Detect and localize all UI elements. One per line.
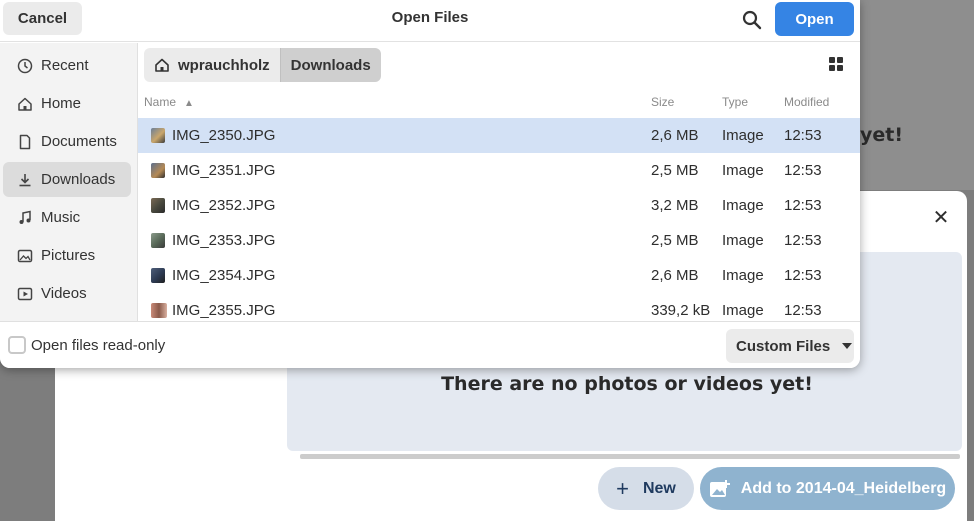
sidebar-item-label: Downloads [41, 171, 116, 188]
add-to-album-label: Add to 2014-04_Heidelberg [740, 479, 947, 497]
image-thumbnail-icon [151, 128, 165, 143]
search-icon[interactable] [741, 9, 763, 31]
sidebar-item-label: Documents [41, 133, 117, 150]
image-thumbnail-icon [151, 303, 167, 318]
sidebar-item-label: Pictures [41, 247, 96, 264]
file-row[interactable]: IMG_2351.JPG 2,5 MB Image 12:53 [138, 153, 860, 188]
file-type: Image [722, 302, 764, 319]
document-icon [19, 134, 31, 149]
file-modified: 12:53 [784, 197, 822, 214]
read-only-label[interactable]: Open files read-only [31, 337, 165, 354]
file-type: Image [722, 197, 764, 214]
sidebar-item-documents[interactable]: Documents [3, 124, 131, 159]
sidebar-item-label: Videos [41, 285, 87, 302]
file-modified: 12:53 [784, 232, 822, 249]
new-button-label: New [642, 479, 676, 497]
file-modified: 12:53 [784, 302, 822, 319]
file-name: IMG_2353.JPG [172, 232, 276, 249]
image-thumbnail-icon [151, 198, 165, 213]
file-name: IMG_2354.JPG [172, 267, 276, 284]
plus-icon: + [616, 475, 629, 501]
open-button[interactable]: Open [775, 2, 854, 36]
close-icon[interactable]: ✕ [930, 206, 952, 228]
path-crumb-current[interactable]: Downloads [279, 48, 381, 82]
sidebar-item-videos[interactable]: Videos [3, 276, 131, 311]
image-thumbnail-icon [151, 268, 165, 283]
file-modified: 12:53 [784, 162, 822, 179]
file-filter-label: Custom Files [736, 337, 831, 355]
chevron-down-icon [842, 343, 853, 349]
file-chooser-dialog: Cancel Open Files Open Recent Home Docum… [0, 0, 860, 368]
column-header-type[interactable]: Type [722, 95, 748, 109]
sidebar-item-label: Music [41, 209, 81, 226]
image-thumbnail-icon [151, 233, 165, 248]
image-thumbnail-icon [151, 163, 165, 178]
horizontal-scrollbar[interactable] [300, 454, 960, 459]
background-heading: yet! [860, 124, 904, 146]
file-row[interactable]: IMG_2354.JPG 2,6 MB Image 12:53 [138, 258, 860, 293]
sidebar-item-label: Home [41, 95, 82, 112]
new-button[interactable]: + New [598, 467, 694, 510]
file-name: IMG_2350.JPG [172, 127, 276, 144]
download-icon [19, 173, 31, 186]
file-name: IMG_2352.JPG [172, 197, 276, 214]
clock-icon [17, 58, 33, 73]
file-size: 2,6 MB [651, 267, 699, 284]
file-size: 339,2 kB [651, 302, 711, 319]
path-crumb-label: wprauchholz [178, 56, 270, 74]
add-to-album-button[interactable]: Add to 2014-04_Heidelberg [700, 467, 955, 510]
file-size: 2,5 MB [651, 162, 699, 179]
sidebar-item-pictures[interactable]: Pictures [3, 238, 131, 273]
column-header-size[interactable]: Size [651, 95, 674, 109]
file-name: IMG_2355.JPG [172, 302, 276, 319]
file-size: 2,5 MB [651, 232, 699, 249]
path-bar: wprauchholz Downloads [144, 48, 381, 82]
sidebar-item-music[interactable]: Music [3, 200, 131, 235]
sidebar-item-downloads[interactable]: Downloads [3, 162, 131, 197]
path-crumb-home[interactable]: wprauchholz [144, 48, 280, 82]
sort-ascending-icon: ▲ [184, 98, 194, 109]
grid-view-icon[interactable] [828, 56, 844, 72]
file-type: Image [722, 127, 764, 144]
file-list-pane: wprauchholz Downloads Name ▲ Size Type Mo… [138, 43, 860, 321]
add-image-icon [709, 479, 730, 497]
file-type: Image [722, 267, 764, 284]
dialog-footer: Open files read-only Custom Files [0, 321, 860, 368]
column-header-modified[interactable]: Modified [784, 95, 829, 109]
file-size: 3,2 MB [651, 197, 699, 214]
file-name: IMG_2351.JPG [172, 162, 276, 179]
file-row[interactable]: IMG_2353.JPG 2,5 MB Image 12:53 [138, 223, 860, 258]
image-icon [17, 249, 33, 262]
music-icon [19, 210, 31, 224]
dialog-header: Cancel Open Files Open [0, 0, 860, 42]
file-row[interactable]: IMG_2352.JPG 3,2 MB Image 12:53 [138, 188, 860, 223]
file-filter-dropdown[interactable]: Custom Files [726, 329, 854, 363]
sidebar-item-home[interactable]: Home [3, 86, 131, 121]
places-sidebar: Recent Home Documents Downloads Music Pi… [0, 43, 138, 321]
sidebar-item-recent[interactable]: Recent [3, 48, 131, 83]
column-header-name[interactable]: Name ▲ [144, 95, 194, 109]
file-modified: 12:53 [784, 127, 822, 144]
file-modified: 12:53 [784, 267, 822, 284]
empty-state-message: There are no photos or videos yet! [441, 373, 813, 395]
file-type: Image [722, 232, 764, 249]
file-size: 2,6 MB [651, 127, 699, 144]
read-only-checkbox[interactable] [8, 336, 26, 354]
home-icon [155, 58, 169, 72]
file-type: Image [722, 162, 764, 179]
dialog-title: Open Files [391, 9, 469, 26]
sidebar-item-label: Recent [41, 57, 89, 74]
video-icon [17, 287, 33, 300]
column-header-label: Name [144, 95, 177, 109]
home-icon [18, 97, 32, 111]
file-row[interactable]: IMG_2350.JPG 2,6 MB Image 12:53 [138, 118, 860, 153]
